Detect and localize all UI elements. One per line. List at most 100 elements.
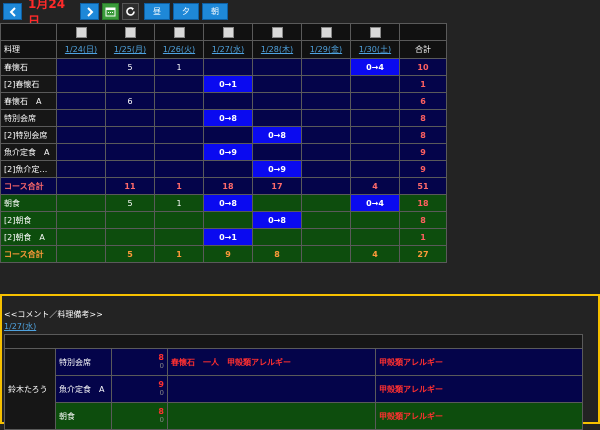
day-checkbox[interactable] bbox=[124, 26, 136, 38]
comment-note[interactable] bbox=[167, 375, 376, 403]
refresh-button[interactable] bbox=[122, 3, 139, 20]
count-cell[interactable]: 1 bbox=[154, 177, 204, 195]
count-cell[interactable] bbox=[350, 211, 400, 229]
count-cell[interactable] bbox=[203, 92, 253, 110]
count-cell[interactable] bbox=[56, 228, 106, 246]
count-cell[interactable] bbox=[301, 194, 351, 212]
dish-note[interactable]: 甲殻類アレルギー bbox=[374, 348, 584, 376]
count-cell[interactable] bbox=[154, 109, 204, 127]
count-cell[interactable]: 5 bbox=[105, 58, 155, 76]
count-cell[interactable] bbox=[154, 211, 204, 229]
count-cell[interactable] bbox=[56, 126, 106, 144]
changed-count-cell[interactable]: 0→4 bbox=[350, 194, 400, 212]
day-column-link[interactable]: 1/24(日) bbox=[65, 45, 97, 54]
meal-dinner-button[interactable]: 夕 bbox=[173, 3, 199, 20]
comment-date-link[interactable]: 1/27(水) bbox=[4, 321, 36, 332]
count-cell[interactable] bbox=[350, 160, 400, 178]
count-cell[interactable] bbox=[105, 143, 155, 161]
count-cell[interactable]: 8 bbox=[252, 245, 302, 263]
count-cell[interactable] bbox=[350, 143, 400, 161]
count-cell[interactable] bbox=[56, 109, 106, 127]
day-checkbox[interactable] bbox=[369, 26, 381, 38]
count-cell[interactable] bbox=[252, 109, 302, 127]
changed-count-cell[interactable]: 0→9 bbox=[252, 160, 302, 178]
count-cell[interactable] bbox=[301, 160, 351, 178]
day-column-link[interactable]: 1/30(土) bbox=[359, 45, 391, 54]
count-cell[interactable] bbox=[154, 228, 204, 246]
changed-count-cell[interactable]: 0→8 bbox=[252, 126, 302, 144]
count-cell[interactable]: 1 bbox=[154, 58, 204, 76]
count-cell[interactable] bbox=[56, 211, 106, 229]
day-column-link[interactable]: 1/28(木) bbox=[261, 45, 293, 54]
count-cell[interactable] bbox=[252, 92, 302, 110]
count-cell[interactable] bbox=[56, 245, 106, 263]
day-column-link[interactable]: 1/26(火) bbox=[163, 45, 195, 54]
count-cell[interactable]: 1 bbox=[154, 194, 204, 212]
day-column-link[interactable]: 1/25(月) bbox=[114, 45, 146, 54]
count-cell[interactable] bbox=[301, 228, 351, 246]
comment-note[interactable] bbox=[167, 402, 376, 430]
count-cell[interactable] bbox=[105, 211, 155, 229]
dish-note[interactable]: 甲殻類アレルギー bbox=[374, 375, 584, 403]
count-cell[interactable] bbox=[203, 160, 253, 178]
calendar-button[interactable] bbox=[102, 3, 119, 20]
count-cell[interactable] bbox=[56, 75, 106, 93]
count-cell[interactable] bbox=[56, 92, 106, 110]
day-column-link[interactable]: 1/29(金) bbox=[310, 45, 342, 54]
day-checkbox[interactable] bbox=[271, 26, 283, 38]
count-cell[interactable]: 17 bbox=[252, 177, 302, 195]
prev-day-button[interactable] bbox=[3, 3, 22, 20]
count-cell[interactable] bbox=[301, 75, 351, 93]
count-cell[interactable] bbox=[56, 177, 106, 195]
count-cell[interactable] bbox=[301, 109, 351, 127]
count-cell[interactable] bbox=[154, 126, 204, 144]
count-cell[interactable] bbox=[301, 126, 351, 144]
count-cell[interactable] bbox=[154, 160, 204, 178]
count-cell[interactable] bbox=[105, 109, 155, 127]
count-cell[interactable]: 6 bbox=[105, 92, 155, 110]
dish-note[interactable]: 甲殻類アレルギー bbox=[374, 402, 584, 430]
changed-count-cell[interactable]: 0→1 bbox=[203, 228, 253, 246]
count-cell[interactable] bbox=[203, 58, 253, 76]
count-cell[interactable] bbox=[56, 143, 106, 161]
count-cell[interactable] bbox=[350, 228, 400, 246]
day-checkbox[interactable] bbox=[320, 26, 332, 38]
count-cell[interactable] bbox=[350, 109, 400, 127]
count-cell[interactable] bbox=[203, 211, 253, 229]
next-day-button[interactable] bbox=[80, 3, 99, 20]
count-cell[interactable] bbox=[301, 143, 351, 161]
count-cell[interactable] bbox=[105, 228, 155, 246]
count-cell[interactable] bbox=[56, 160, 106, 178]
count-cell[interactable] bbox=[252, 58, 302, 76]
count-cell[interactable] bbox=[56, 194, 106, 212]
count-cell[interactable] bbox=[105, 160, 155, 178]
count-cell[interactable]: 11 bbox=[105, 177, 155, 195]
count-cell[interactable] bbox=[301, 245, 351, 263]
count-cell[interactable] bbox=[252, 194, 302, 212]
count-cell[interactable] bbox=[301, 177, 351, 195]
count-cell[interactable]: 5 bbox=[105, 245, 155, 263]
day-checkbox[interactable] bbox=[75, 26, 87, 38]
count-cell[interactable] bbox=[350, 92, 400, 110]
count-cell[interactable] bbox=[154, 143, 204, 161]
meal-breakfast-button[interactable]: 朝 bbox=[202, 3, 228, 20]
count-cell[interactable] bbox=[252, 75, 302, 93]
meal-lunch-button[interactable]: 昼 bbox=[144, 3, 170, 20]
count-cell[interactable] bbox=[105, 126, 155, 144]
changed-count-cell[interactable]: 0→1 bbox=[203, 75, 253, 93]
count-cell[interactable]: 5 bbox=[105, 194, 155, 212]
day-checkbox[interactable] bbox=[222, 26, 234, 38]
count-cell[interactable] bbox=[301, 58, 351, 76]
count-cell[interactable]: 4 bbox=[350, 177, 400, 195]
comment-note[interactable]: 春懐石 一人 甲殻類アレルギー bbox=[167, 348, 376, 376]
day-column-link[interactable]: 1/27(水) bbox=[212, 45, 244, 54]
count-cell[interactable] bbox=[301, 92, 351, 110]
day-checkbox[interactable] bbox=[173, 26, 185, 38]
count-cell[interactable] bbox=[301, 211, 351, 229]
changed-count-cell[interactable]: 0→4 bbox=[350, 58, 400, 76]
count-cell[interactable]: 4 bbox=[350, 245, 400, 263]
count-cell[interactable] bbox=[350, 126, 400, 144]
count-cell[interactable]: 9 bbox=[203, 245, 253, 263]
count-cell[interactable] bbox=[252, 228, 302, 246]
count-cell[interactable] bbox=[105, 75, 155, 93]
